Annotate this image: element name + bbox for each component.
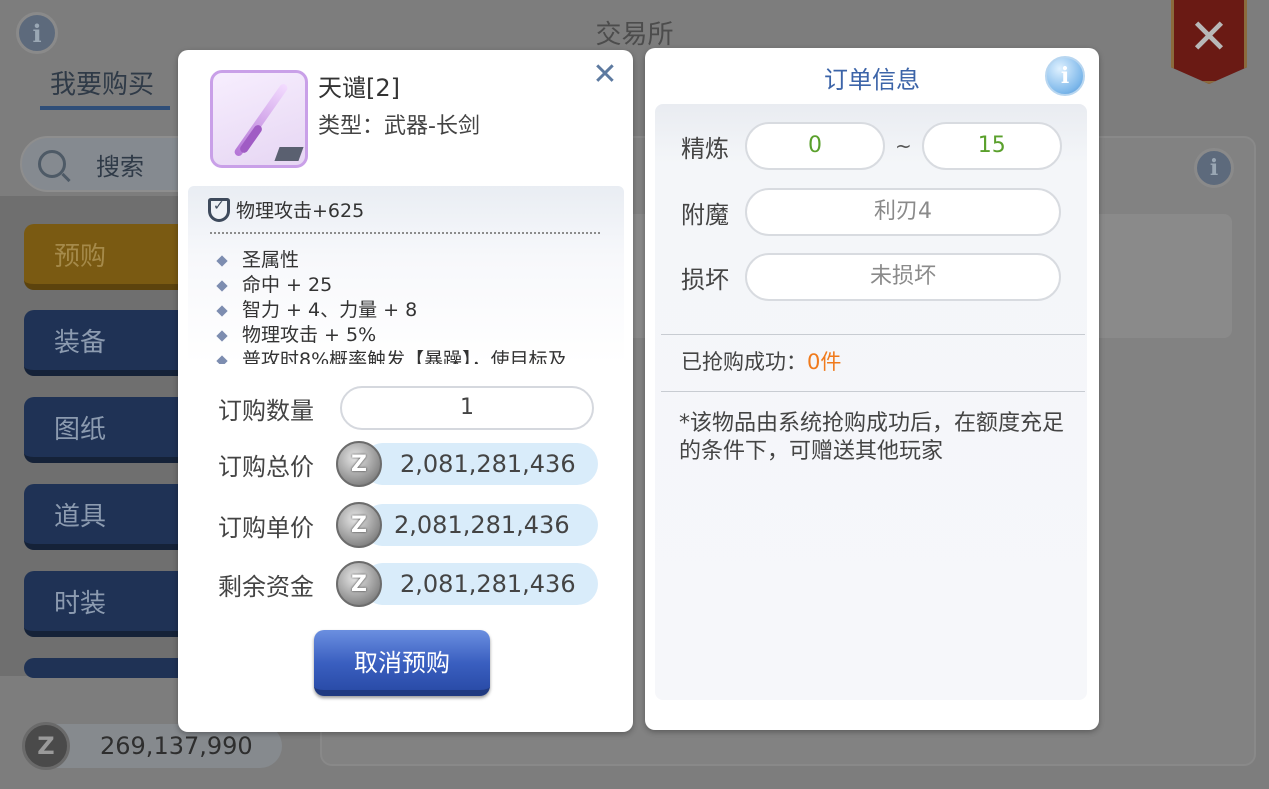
item-tag-icon bbox=[274, 147, 304, 161]
stat-list: 圣属性 命中 + 25 智力 + 4、力量 + 8 物理攻击 + 5% 普攻时8… bbox=[216, 248, 567, 364]
zeny-coin-icon: Z bbox=[336, 502, 382, 548]
divider bbox=[661, 391, 1085, 392]
enchant-row: 附魔 利刃4 bbox=[681, 188, 1061, 236]
order-total-row: 订购总价 Z 2,081,281,436 bbox=[218, 441, 598, 487]
damage-field[interactable]: 未损坏 bbox=[745, 253, 1061, 301]
info-icon[interactable]: i bbox=[1045, 56, 1085, 96]
search-icon bbox=[38, 150, 66, 178]
divider bbox=[661, 334, 1085, 335]
purchase-success-count: 已抢购成功：0件 bbox=[681, 346, 841, 376]
unit-price-field[interactable]: Z 2,081,281,436 bbox=[336, 502, 598, 548]
tab-buy[interactable]: 我要购买 bbox=[50, 64, 154, 101]
cancel-preorder-button[interactable]: 取消预购 bbox=[314, 630, 490, 696]
remaining-funds-row: 剩余资金 Z 2,081,281,436 bbox=[218, 561, 598, 607]
damage-row: 损坏 未损坏 bbox=[681, 253, 1061, 301]
category-preorder[interactable]: 预购 bbox=[24, 224, 194, 290]
order-unit-row: 订购单价 Z 2,081,281,436 bbox=[218, 502, 598, 548]
list-item: 智力 + 4、力量 + 8 bbox=[216, 298, 567, 323]
search-label: 搜索 bbox=[96, 152, 144, 181]
sword-item-icon bbox=[210, 70, 308, 168]
category-partial[interactable] bbox=[24, 658, 194, 678]
info-icon[interactable]: i bbox=[1194, 148, 1234, 188]
stat-text: 圣属性 bbox=[242, 249, 300, 271]
shield-icon bbox=[208, 197, 230, 222]
total-price-value: 2,081,281,436 bbox=[400, 450, 576, 478]
refine-row: 精炼 0 ~ 15 bbox=[681, 122, 1062, 170]
order-info-body: 精炼 0 ~ 15 附魔 利刃4 损坏 未损坏 已抢购成功：0件 *该物品由系统… bbox=[655, 104, 1087, 700]
page-title: 交易所 bbox=[595, 20, 674, 50]
stat-text: 命中 + 25 bbox=[242, 274, 333, 296]
diamond-bullet-icon bbox=[216, 354, 228, 364]
sold-label: 已抢购成功： bbox=[681, 350, 807, 374]
stat-text: 物理攻击 + 5% bbox=[242, 324, 377, 346]
list-item: 命中 + 25 bbox=[216, 273, 567, 298]
main-stat-text: 物理攻击+625 bbox=[236, 200, 365, 222]
refine-separator: ~ bbox=[895, 134, 912, 158]
remaining-funds-value: 2,081,281,436 bbox=[400, 570, 576, 598]
zeny-coin-icon: Z bbox=[336, 561, 382, 607]
unit-price-value: 2,081,281,436 bbox=[394, 511, 570, 539]
order-info-title: 订单信息 bbox=[824, 66, 920, 94]
enchant-label: 附魔 bbox=[681, 200, 729, 229]
category-items[interactable]: 道具 bbox=[24, 484, 194, 550]
sold-value: 0件 bbox=[807, 350, 842, 374]
item-stats-box[interactable]: 物理攻击+625 圣属性 命中 + 25 智力 + 4、力量 + 8 物理攻击 … bbox=[188, 186, 624, 364]
diamond-bullet-icon bbox=[216, 304, 228, 317]
quantity-label: 订购数量 bbox=[218, 396, 314, 425]
unit-price-label: 订购单价 bbox=[218, 513, 314, 542]
total-price-field: Z 2,081,281,436 bbox=[336, 441, 598, 487]
money-value: 269,137,990 bbox=[100, 732, 253, 760]
order-info-panel: 订单信息 i 精炼 0 ~ 15 附魔 利刃4 损坏 未损坏 已抢购成功：0件 … bbox=[645, 48, 1099, 730]
refine-max-field[interactable]: 15 bbox=[921, 122, 1062, 170]
item-name: 天谴[2] bbox=[318, 74, 400, 102]
quantity-input[interactable]: 1 bbox=[340, 386, 594, 430]
total-price-label: 订购总价 bbox=[218, 452, 314, 481]
stat-text: 智力 + 4、力量 + 8 bbox=[242, 299, 418, 321]
gift-note: *该物品由系统抢购成功后，在额度充足的条件下，可赠送其他玩家 bbox=[679, 411, 1065, 464]
stat-text: 普攻时8%概率触发【暴躁】，使目标及 bbox=[242, 349, 567, 364]
close-icon[interactable]: ✕ bbox=[1171, 0, 1247, 84]
zeny-coin-icon: Z bbox=[22, 722, 70, 770]
order-quantity-row: 订购数量 1 bbox=[218, 386, 594, 430]
category-fashion[interactable]: 时装 bbox=[24, 571, 194, 637]
refine-label: 精炼 bbox=[681, 134, 729, 163]
item-order-panel: 天谴[2] 类型：武器-长剑 ✕ 物理攻击+625 圣属性 命中 + 25 智力… bbox=[178, 50, 633, 732]
refine-min-field[interactable]: 0 bbox=[745, 122, 885, 170]
damage-label: 损坏 bbox=[681, 265, 729, 294]
tab-underline bbox=[40, 106, 170, 110]
list-item: 普攻时8%概率触发【暴躁】，使目标及 bbox=[216, 348, 567, 364]
diamond-bullet-icon bbox=[216, 329, 228, 342]
close-icon[interactable]: ✕ bbox=[590, 60, 620, 90]
category-blueprint[interactable]: 图纸 bbox=[24, 397, 194, 463]
list-item: 物理攻击 + 5% bbox=[216, 323, 567, 348]
category-sidebar: 预购 装备 图纸 道具 时装 bbox=[0, 196, 200, 678]
remaining-funds-field: Z 2,081,281,436 bbox=[336, 561, 598, 607]
remaining-funds-label: 剩余资金 bbox=[218, 572, 314, 601]
diamond-bullet-icon bbox=[216, 279, 228, 292]
main-stat: 物理攻击+625 bbox=[208, 196, 364, 223]
zeny-coin-icon: Z bbox=[336, 441, 382, 487]
divider bbox=[210, 232, 600, 234]
enchant-field[interactable]: 利刃4 bbox=[745, 188, 1061, 236]
category-equipment[interactable]: 装备 bbox=[24, 310, 194, 376]
item-type: 类型：武器-长剑 bbox=[318, 114, 480, 139]
list-item: 圣属性 bbox=[216, 248, 567, 273]
diamond-bullet-icon bbox=[216, 254, 228, 267]
